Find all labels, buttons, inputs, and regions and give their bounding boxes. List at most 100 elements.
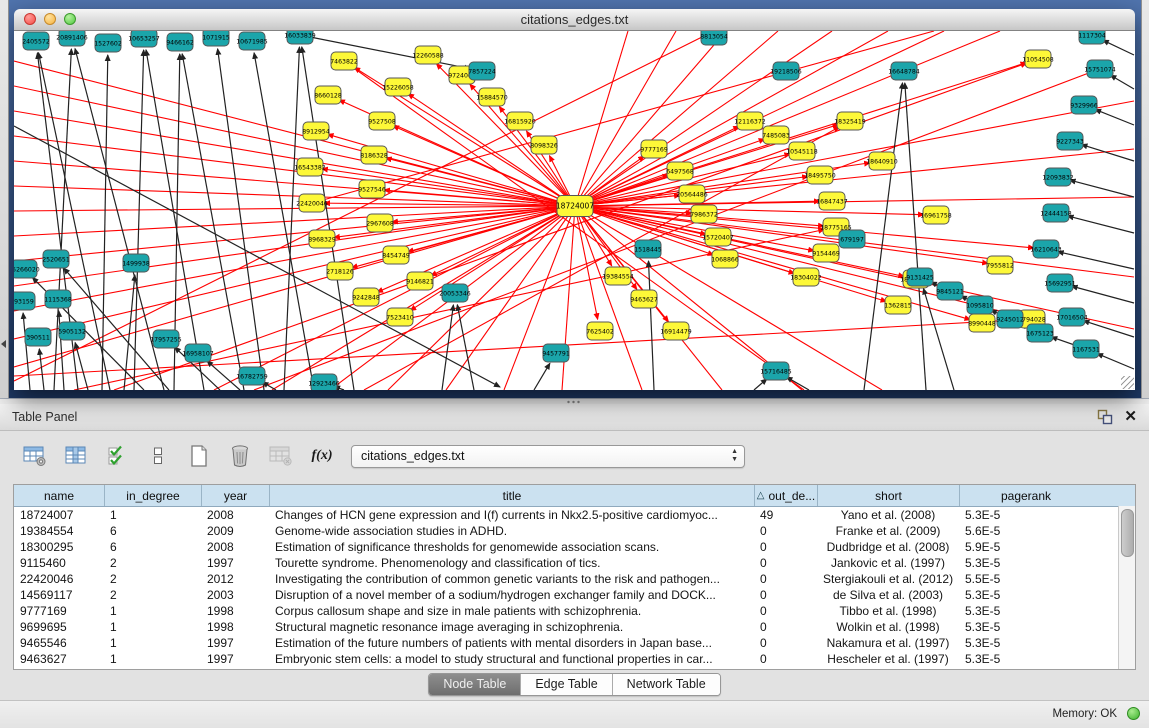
tab-edge-table[interactable]: Edge Table bbox=[520, 674, 611, 695]
table-cell[interactable]: 1998 bbox=[201, 620, 269, 634]
graph-node[interactable]: 12116372 bbox=[734, 112, 766, 130]
table-cell[interactable]: 0 bbox=[754, 620, 817, 634]
graph-node[interactable]: 20053346 bbox=[439, 284, 471, 302]
table-cell[interactable]: 2008 bbox=[201, 508, 269, 522]
table-cell[interactable]: 2003 bbox=[201, 588, 269, 602]
graph-node[interactable]: 8660128 bbox=[314, 86, 342, 104]
table-row[interactable]: 1830029562008Estimation of significance … bbox=[14, 539, 1135, 555]
graph-node[interactable]: 25266020 bbox=[14, 260, 40, 278]
right-collapse-strip[interactable] bbox=[1141, 0, 1149, 398]
graph-node[interactable]: 9242848 bbox=[352, 288, 380, 306]
graph-node[interactable]: 15692951 bbox=[1044, 274, 1076, 292]
graph-node[interactable]: 7986372 bbox=[690, 205, 718, 223]
graph-node[interactable]: 16648784 bbox=[888, 62, 920, 80]
table-cell[interactable]: 18724007 bbox=[14, 508, 104, 522]
table-cell[interactable]: 0 bbox=[754, 652, 817, 666]
column-header-title[interactable]: title bbox=[269, 485, 754, 506]
table-cell[interactable]: 2 bbox=[104, 588, 201, 602]
graph-node[interactable]: 8186328 bbox=[360, 146, 388, 164]
graph-node[interactable]: 7463822 bbox=[330, 52, 358, 70]
graph-node[interactable]: 15226058 bbox=[382, 78, 414, 96]
table-cell[interactable]: 9115460 bbox=[14, 556, 104, 570]
left-collapse-strip[interactable] bbox=[0, 0, 9, 398]
graph-node[interactable]: 19384554 bbox=[602, 267, 634, 285]
graph-node[interactable]: 7523410 bbox=[386, 308, 414, 326]
graph-node[interactable]: 15751074 bbox=[1084, 60, 1116, 78]
table-row[interactable]: 969969511998Structural magnetic resonanc… bbox=[14, 619, 1135, 635]
table-cell[interactable]: Embryonic stem cells: a model to study s… bbox=[269, 652, 754, 666]
graph-node[interactable]: 9845121 bbox=[936, 282, 964, 300]
graph-node[interactable]: 2967608 bbox=[366, 214, 394, 232]
table-row[interactable]: 1938455462009Genome-wide association stu… bbox=[14, 523, 1135, 539]
table-cell[interactable]: 5.9E-5 bbox=[959, 540, 1092, 554]
graph-node[interactable]: 16961758 bbox=[920, 206, 952, 224]
table-cell[interactable]: 9777169 bbox=[14, 604, 104, 618]
graph-node[interactable]: 8813054 bbox=[700, 31, 728, 45]
table-cell[interactable]: 5.3E-5 bbox=[959, 652, 1092, 666]
graph-node[interactable]: 16958107 bbox=[182, 344, 214, 362]
graph-node[interactable]: 15884570 bbox=[476, 88, 508, 106]
tab-network-table[interactable]: Network Table bbox=[612, 674, 720, 695]
graph-node[interactable]: 7485083 bbox=[762, 126, 790, 144]
graph-node[interactable]: 7625402 bbox=[586, 322, 614, 340]
graph-node[interactable]: 2718126 bbox=[326, 262, 354, 280]
table-cell[interactable]: Franke et al. (2009) bbox=[817, 524, 959, 538]
graph-node[interactable]: 9245012 bbox=[996, 310, 1024, 328]
table-cell[interactable]: 6 bbox=[104, 540, 201, 554]
table-cell[interactable]: Investigating the contribution of common… bbox=[269, 572, 754, 586]
graph-node[interactable]: 679197 bbox=[839, 230, 865, 248]
table-cell[interactable]: Dudbridge et al. (2008) bbox=[817, 540, 959, 554]
graph-node[interactable]: 8098326 bbox=[530, 136, 558, 154]
column-header-short[interactable]: short bbox=[817, 485, 959, 506]
table-cell[interactable]: 5.5E-5 bbox=[959, 572, 1092, 586]
column-visibility-icon[interactable] bbox=[63, 443, 89, 469]
table-cell[interactable]: Genome-wide association studies in ADHD. bbox=[269, 524, 754, 538]
graph-node[interactable]: 9466162 bbox=[166, 33, 194, 51]
table-cell[interactable]: 1 bbox=[104, 620, 201, 634]
tab-node-table[interactable]: Node Table bbox=[429, 674, 520, 695]
graph-node[interactable]: 11054508 bbox=[1022, 50, 1054, 68]
table-cell[interactable]: 5.3E-5 bbox=[959, 620, 1092, 634]
table-cell[interactable]: 2009 bbox=[201, 524, 269, 538]
table-settings-icon[interactable] bbox=[22, 443, 48, 469]
graph-node[interactable]: 1071915 bbox=[202, 31, 230, 46]
graph-node[interactable]: 16033839 bbox=[284, 31, 316, 44]
column-header-in-degree[interactable]: in_degree bbox=[104, 485, 201, 506]
graph-node[interactable]: 9463627 bbox=[630, 290, 658, 308]
table-row[interactable]: 911546021997Tourette syndrome. Phenomeno… bbox=[14, 555, 1135, 571]
table-cell[interactable]: 1998 bbox=[201, 604, 269, 618]
table-row[interactable]: 946554611997Estimation of the future num… bbox=[14, 635, 1135, 651]
graph-node[interactable]: 22420046 bbox=[296, 194, 328, 212]
table-cell[interactable]: 1 bbox=[104, 636, 201, 650]
graph-node[interactable]: 9146821 bbox=[406, 272, 434, 290]
graph-node[interactable]: 20564486 bbox=[676, 185, 708, 203]
table-cell[interactable]: 1997 bbox=[201, 652, 269, 666]
table-cell[interactable]: 1997 bbox=[201, 636, 269, 650]
graph-node[interactable]: 12923466 bbox=[308, 374, 340, 390]
graph-node[interactable]: 9131425 bbox=[906, 268, 934, 286]
graph-node[interactable]: 393159 bbox=[14, 292, 35, 310]
graph-node[interactable]: 9329966 bbox=[1070, 96, 1098, 114]
graph-node[interactable]: 8968329 bbox=[308, 230, 336, 248]
float-panel-icon[interactable] bbox=[1097, 409, 1113, 425]
table-row[interactable]: 946362711997Embryonic stem cells: a mode… bbox=[14, 651, 1135, 667]
graph-node[interactable]: 1518445 bbox=[634, 240, 662, 258]
graph-node[interactable]: 12093832 bbox=[1042, 168, 1074, 186]
scrollbar-thumb[interactable] bbox=[1121, 509, 1134, 557]
table-row[interactable]: 977716911998Corpus callosum shape and si… bbox=[14, 603, 1135, 619]
table-cell[interactable]: 5.6E-5 bbox=[959, 524, 1092, 538]
network-window-titlebar[interactable]: citations_edges.txt bbox=[14, 9, 1135, 31]
table-cell[interactable]: 0 bbox=[754, 556, 817, 570]
table-cell[interactable]: 0 bbox=[754, 604, 817, 618]
table-cell[interactable]: Estimation of significance thresholds fo… bbox=[269, 540, 754, 554]
column-header-year[interactable]: year bbox=[201, 485, 269, 506]
graph-node[interactable]: 8454749 bbox=[382, 246, 410, 264]
graph-node[interactable]: 9457791 bbox=[542, 344, 570, 362]
table-cell[interactable]: 18300295 bbox=[14, 540, 104, 554]
graph-node[interactable]: 1068866 bbox=[711, 250, 739, 268]
table-cell[interactable]: 0 bbox=[754, 588, 817, 602]
column-header-out-de-[interactable]: △out_de... bbox=[754, 485, 817, 506]
graph-node[interactable]: 17016504 bbox=[1056, 308, 1088, 326]
graph-node[interactable]: 10653257 bbox=[128, 31, 160, 47]
graph-node[interactable]: 18495750 bbox=[804, 166, 836, 184]
